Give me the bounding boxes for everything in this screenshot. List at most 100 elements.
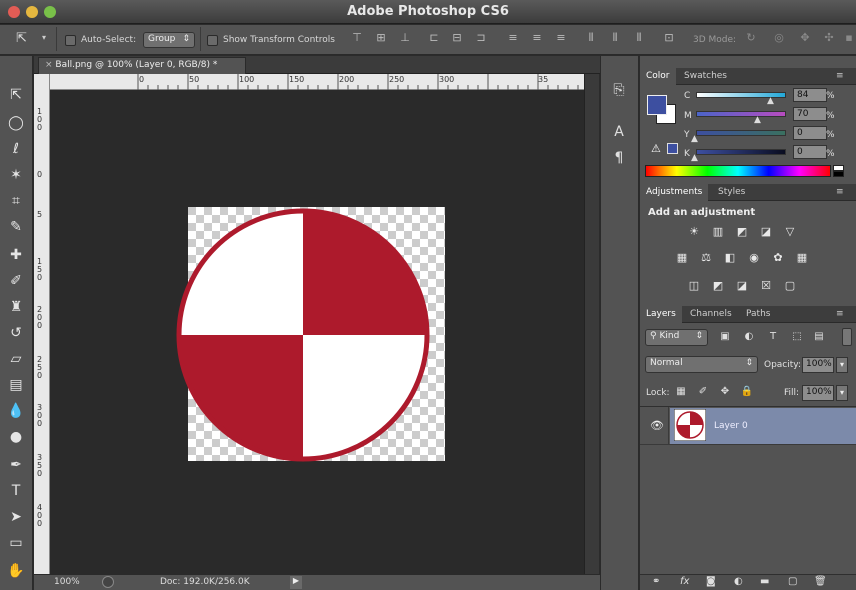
layer-style-icon[interactable]: fx [680,576,689,587]
filter-smart-object-icon[interactable]: ▤ [812,331,826,342]
hue-saturation-icon[interactable]: ▦ [674,251,690,265]
color-lookup-icon[interactable]: ▦ [794,251,810,265]
posterize-icon[interactable]: ◩ [710,279,726,293]
exposure-icon[interactable]: ◪ [758,225,774,239]
3d-scale-icon[interactable]: ▪ [842,31,856,47]
distribute-hcenter-icon[interactable]: ⫴ [608,31,622,47]
status-menu-arrow-icon[interactable]: ▶ [290,576,302,589]
vertical-ruler[interactable]: 0 5 1 0 0 1 5 0 2 0 0 2 5 0 3 0 0 3 5 0 … [34,74,50,574]
tab-paths[interactable]: Paths [740,306,776,323]
opacity-input[interactable]: 100% [802,357,834,373]
distribute-top-icon[interactable]: ≡ [506,31,520,47]
dodge-tool-icon[interactable]: ● [4,426,28,448]
character-panel-icon[interactable]: A [608,124,630,140]
lock-image-icon[interactable]: ✐ [696,386,710,397]
3d-drag-icon[interactable]: ✥ [798,31,812,47]
yellow-value-input[interactable]: 0 [793,126,827,140]
layer-filter-kind-select[interactable]: ⚲ Kind ⇕ [645,329,708,346]
magenta-value-input[interactable]: 70 [793,107,827,121]
delete-layer-icon[interactable]: 🗑 [814,576,827,587]
show-transform-checkbox[interactable] [207,35,218,46]
lock-position-icon[interactable]: ✥ [718,386,732,397]
filter-shape-icon[interactable]: ⬚ [790,331,804,342]
clone-stamp-tool-icon[interactable]: ♜ [4,296,28,318]
filter-toggle[interactable] [842,328,852,346]
3d-roll-icon[interactable]: ◎ [772,31,786,47]
brush-tool-icon[interactable]: ✐ [4,270,28,292]
auto-select-checkbox[interactable] [65,35,76,46]
black-slider[interactable] [696,149,786,155]
layer-row[interactable]: 👁 Layer 0 [640,407,856,445]
lock-transparent-icon[interactable]: ▦ [674,386,688,397]
canvas-area[interactable] [50,90,584,574]
vibrance-icon[interactable]: ▽ [782,225,798,239]
new-adjustment-layer-icon[interactable]: ◐ [734,576,743,587]
filter-pixel-icon[interactable]: ▣ [718,331,732,342]
history-brush-tool-icon[interactable]: ↺ [4,322,28,344]
blur-tool-icon[interactable]: 💧 [4,400,28,422]
color-spectrum-ramp[interactable] [645,165,831,177]
black-slider-thumb[interactable]: ▲ [691,153,698,163]
blend-mode-select[interactable]: Normal ⇕ [645,356,758,373]
add-mask-icon[interactable]: ◙ [706,576,716,587]
horizontal-ruler[interactable]: 0 50 100 150 200 250 300 35 [50,74,584,90]
filter-type-icon[interactable]: T [766,331,780,342]
distribute-right-icon[interactable]: ⫴ [632,31,646,47]
tab-swatches[interactable]: Swatches [678,68,733,85]
align-hcenter-icon[interactable]: ⊟ [450,31,464,47]
type-tool-icon[interactable]: T [4,480,28,502]
link-layers-icon[interactable]: ⚭ [652,576,660,587]
fill-input[interactable]: 100% [802,385,834,401]
crop-tool-icon[interactable]: ⌗ [4,190,28,212]
lasso-tool-icon[interactable]: ℓ [4,138,28,160]
new-group-icon[interactable]: ▬ [760,576,769,587]
visibility-eye-icon[interactable]: 👁 [650,419,664,432]
tab-adjustments[interactable]: Adjustments [640,184,709,201]
magenta-slider[interactable] [696,111,786,117]
zoom-level[interactable]: 100% [54,577,80,587]
gamut-color-swatch[interactable] [667,143,678,154]
align-right-icon[interactable]: ⊐ [474,31,488,47]
tab-layers[interactable]: Layers [640,306,682,323]
black-white-icon[interactable]: ◧ [722,251,738,265]
healing-brush-tool-icon[interactable]: ✚ [4,244,28,266]
opacity-dropdown-icon[interactable]: ▾ [836,357,848,373]
brightness-contrast-icon[interactable]: ☀ [686,225,702,239]
pen-tool-icon[interactable]: ✒ [4,454,28,476]
cyan-value-input[interactable]: 84 [793,88,827,102]
spectrum-black-swatch[interactable] [833,171,844,177]
3d-slide-icon[interactable]: ✣ [822,31,836,47]
gradient-tool-icon[interactable]: ▤ [4,374,28,396]
move-tool-preset-icon[interactable]: ⇱ [16,31,38,47]
color-balance-icon[interactable]: ⚖ [698,251,714,265]
yellow-slider-thumb[interactable]: ▲ [691,134,698,144]
eyedropper-tool-icon[interactable]: ✎ [4,216,28,238]
magenta-slider-thumb[interactable]: ▲ [754,115,761,125]
distribute-bottom-icon[interactable]: ≡ [554,31,568,47]
shape-tool-icon[interactable]: ▭ [4,532,28,554]
tab-color[interactable]: Color [640,68,676,85]
vertical-scrollbar[interactable] [584,74,599,574]
eraser-tool-icon[interactable]: ▱ [4,348,28,370]
tab-channels[interactable]: Channels [684,306,738,323]
paragraph-panel-icon[interactable]: ¶ [608,150,630,166]
selective-color-icon[interactable]: ☒ [758,279,774,293]
document-canvas[interactable] [50,90,584,574]
panel-menu-icon[interactable]: ≡ [836,309,844,319]
status-toggle-icon[interactable] [102,576,114,588]
layer-name[interactable]: Layer 0 [714,421,748,431]
gamut-warning-icon[interactable]: ⚠ [651,142,661,155]
curves-icon[interactable]: ◩ [734,225,750,239]
foreground-color-swatch[interactable] [647,95,667,115]
lock-all-icon[interactable]: 🔒 [740,386,754,397]
align-top-icon[interactable]: ⊤ [350,31,364,47]
panel-menu-icon[interactable]: ≡ [836,187,844,197]
path-select-tool-icon[interactable]: ➤ [4,506,28,528]
black-value-input[interactable]: 0 [793,145,827,159]
cyan-slider-thumb[interactable]: ▲ [767,96,774,106]
invert-icon[interactable]: ◫ [686,279,702,293]
align-vcenter-icon[interactable]: ⊞ [374,31,388,47]
3d-rotate-icon[interactable]: ↻ [744,31,758,47]
yellow-slider[interactable] [696,130,786,136]
fill-dropdown-icon[interactable]: ▾ [836,385,848,401]
